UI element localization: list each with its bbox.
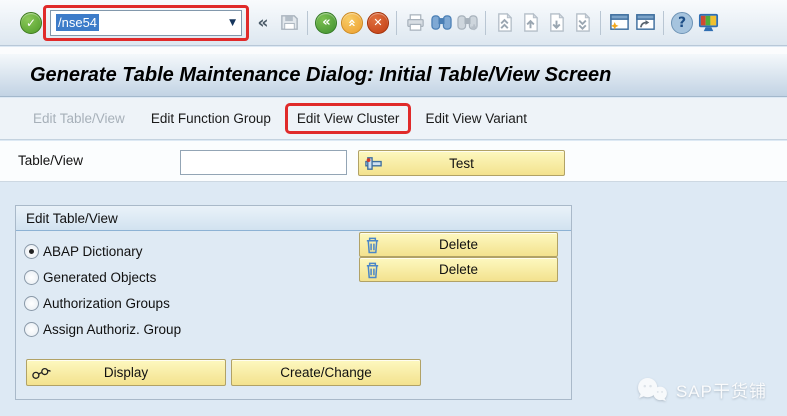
toolbar-separator	[600, 11, 601, 35]
radio-assign-authoriz-group[interactable]: Assign Authoriz. Group	[24, 316, 571, 342]
first-page-icon	[495, 12, 514, 33]
watermark-text: SAP干货铺	[676, 377, 767, 402]
page-up-icon	[521, 12, 540, 33]
cancel-button[interactable]: ✕	[365, 10, 391, 36]
command-field[interactable]: /nse54 ▼	[50, 10, 242, 36]
toolbar-separator	[663, 11, 664, 35]
table-view-label: Table/View	[18, 153, 83, 168]
delete-button-label: Delete	[439, 262, 478, 277]
find-button[interactable]	[428, 10, 454, 36]
title-bar: Generate Table Maintenance Dialog: Initi…	[0, 54, 787, 97]
table-view-row: Table/View Test	[0, 141, 787, 182]
enter-button[interactable]: ✓	[18, 10, 44, 36]
exit-button[interactable]: «	[339, 10, 365, 36]
customize-layout-icon	[697, 12, 720, 33]
first-page-button[interactable]	[491, 10, 517, 36]
create-change-button-label: Create/Change	[280, 365, 372, 380]
new-session-icon	[608, 12, 631, 33]
radio-label: Generated Objects	[43, 270, 156, 285]
page-title: Generate Table Maintenance Dialog: Initi…	[30, 64, 611, 87]
display-button-label: Display	[104, 365, 148, 380]
test-tool-icon	[363, 154, 384, 173]
radio-label: ABAP Dictionary	[43, 244, 143, 259]
back-icon: «	[322, 16, 329, 29]
create-shortcut-button[interactable]	[632, 10, 658, 36]
radio-circle-icon	[24, 296, 39, 311]
help-icon: ?	[671, 12, 693, 34]
table-view-input[interactable]	[180, 150, 347, 175]
page-down-button[interactable]	[543, 10, 569, 36]
system-toolbar: ✓ /nse54 ▼ « « « ✕	[0, 0, 787, 46]
new-session-button[interactable]	[606, 10, 632, 36]
toolbar-separator	[485, 11, 486, 35]
test-button-label: Test	[449, 156, 474, 171]
delete-button-dictionary[interactable]: Delete	[359, 232, 558, 257]
groupbox-title: Edit Table/View	[26, 211, 118, 226]
create-shortcut-icon	[634, 12, 657, 33]
command-field-wrap: /nse54 ▼	[50, 10, 242, 36]
radio-label: Assign Authoriz. Group	[43, 322, 181, 337]
toolbar-separator	[396, 11, 397, 35]
page-up-button[interactable]	[517, 10, 543, 36]
delete-button-generated-objects[interactable]: Delete	[359, 257, 558, 282]
trash-icon	[364, 260, 381, 279]
save-button[interactable]	[276, 10, 302, 36]
menu-item-edit-view-cluster[interactable]: Edit View Cluster	[285, 103, 412, 134]
print-button[interactable]	[402, 10, 428, 36]
help-button[interactable]: ?	[669, 10, 695, 36]
application-toolbar: Edit Table/View Edit Function Group Edit…	[0, 98, 787, 140]
edit-table-view-groupbox: Edit Table/View ABAP Dictionary Generate…	[15, 205, 572, 400]
collapse-icon: «	[258, 13, 269, 33]
page-down-icon	[547, 12, 566, 33]
back-button[interactable]: «	[313, 10, 339, 36]
toolbar-separator	[307, 11, 308, 35]
menu-item-edit-view-variant[interactable]: Edit View Variant	[413, 103, 539, 134]
chat-bubbles-logo-icon	[635, 377, 668, 402]
find-icon	[430, 12, 453, 33]
save-icon	[279, 12, 300, 33]
cancel-icon: ✕	[373, 17, 382, 28]
menu-item-edit-function-group[interactable]: Edit Function Group	[139, 103, 283, 134]
watermark: SAP干货铺	[635, 377, 767, 402]
create-change-button[interactable]: Create/Change	[231, 359, 421, 386]
sap-gui-window: ✓ /nse54 ▼ « « « ✕	[0, 0, 787, 416]
last-page-icon	[573, 12, 592, 33]
exit-icon: «	[346, 19, 359, 26]
radio-label: Authorization Groups	[43, 296, 170, 311]
radio-circle-icon	[24, 322, 39, 337]
groupbox-header: Edit Table/View	[16, 206, 571, 231]
customize-layout-button[interactable]	[695, 10, 721, 36]
command-field-value: /nse54	[56, 14, 99, 31]
collapse-toolbar-button[interactable]: «	[250, 10, 276, 36]
find-next-button[interactable]	[454, 10, 480, 36]
toolbar-gap	[0, 47, 787, 54]
display-button[interactable]: Display	[26, 359, 226, 386]
enter-icon: ✓	[20, 12, 42, 34]
glasses-icon	[31, 366, 52, 380]
last-page-button[interactable]	[569, 10, 595, 36]
chevron-down-icon[interactable]: ▼	[229, 18, 236, 28]
find-next-icon	[456, 12, 479, 33]
delete-button-label: Delete	[439, 237, 478, 252]
radio-circle-icon	[24, 270, 39, 285]
radio-authorization-groups[interactable]: Authorization Groups	[24, 290, 571, 316]
trash-icon	[364, 235, 381, 254]
radio-circle-icon	[24, 244, 39, 259]
print-icon	[405, 12, 426, 33]
menu-item-edit-table-view[interactable]: Edit Table/View	[21, 103, 137, 134]
test-button[interactable]: Test	[358, 150, 565, 176]
